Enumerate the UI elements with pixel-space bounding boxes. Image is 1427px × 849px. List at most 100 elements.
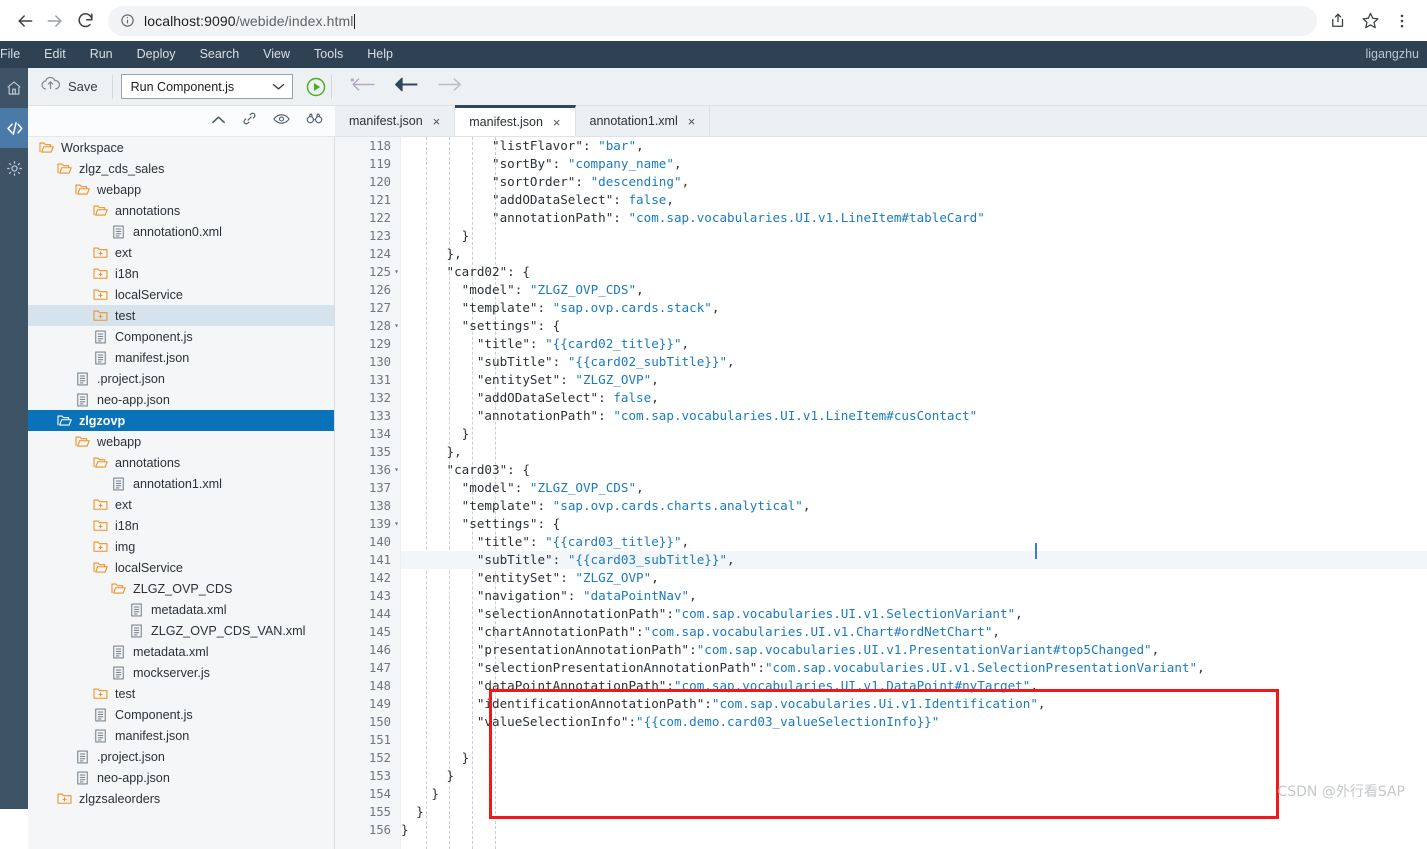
menu-item-edit[interactable]: Edit bbox=[32, 41, 78, 68]
close-icon[interactable]: × bbox=[433, 115, 441, 128]
tree-item-annotation1-xml[interactable]: annotation1.xml bbox=[28, 473, 334, 494]
code-line[interactable]: "card02": { bbox=[401, 263, 1427, 281]
info-circle-icon[interactable] bbox=[120, 13, 135, 28]
tree-item-webapp[interactable]: webapp bbox=[28, 431, 334, 452]
tree-item-localservice[interactable]: localService bbox=[28, 557, 334, 578]
code-line[interactable]: "annotationPath": "com.sap.vocabularies.… bbox=[401, 407, 1427, 425]
tree-item-zlgz-ovp-cds-van-xml[interactable]: ZLGZ_OVP_CDS_VAN.xml bbox=[28, 620, 334, 641]
tree-item-project-json[interactable]: .project.json bbox=[28, 746, 334, 767]
editor-tab-active[interactable]: manifest.json × bbox=[455, 105, 576, 136]
editor-tab[interactable]: manifest.json × bbox=[335, 106, 456, 136]
tree-item-project-json[interactable]: .project.json bbox=[28, 368, 334, 389]
tree-item-annotations[interactable]: annotations bbox=[28, 200, 334, 221]
file-explorer-tree[interactable]: Workspace zlgz_cds_sales webapp annotations… bbox=[28, 137, 335, 849]
code-line[interactable]: "card03": { bbox=[401, 461, 1427, 479]
code-line[interactable]: }, bbox=[401, 443, 1427, 461]
run-configuration-select[interactable]: Run Component.js bbox=[120, 74, 293, 99]
code-line[interactable]: "title": "{{card02_title}}", bbox=[401, 335, 1427, 353]
tree-item-zlgz-cds-sales[interactable]: zlgz_cds_sales bbox=[28, 158, 334, 179]
code-line[interactable]: "sortOrder": "descending", bbox=[401, 173, 1427, 191]
tree-item-workspace[interactable]: Workspace bbox=[28, 137, 334, 158]
tree-item-webapp[interactable]: webapp bbox=[28, 179, 334, 200]
forward-arrow-icon[interactable] bbox=[436, 76, 463, 98]
close-icon[interactable]: × bbox=[553, 116, 561, 129]
editor-tab[interactable]: annotation1.xml × bbox=[575, 106, 711, 136]
link-icon[interactable] bbox=[242, 111, 257, 131]
tree-item-zlgzovp[interactable]: zlgzovp bbox=[28, 410, 334, 431]
address-bar[interactable]: localhost:9090/webide/index.html bbox=[108, 5, 1317, 36]
code-line[interactable]: } bbox=[401, 821, 1427, 839]
tree-item-manifest-json[interactable]: manifest.json bbox=[28, 725, 334, 746]
code-line[interactable]: "sortBy": "company_name", bbox=[401, 155, 1427, 173]
fold-toggle-icon[interactable]: ▾ bbox=[394, 515, 399, 533]
fold-toggle-icon[interactable]: ▾ bbox=[394, 263, 399, 281]
run-button[interactable] bbox=[301, 76, 331, 98]
code-line[interactable]: } bbox=[401, 425, 1427, 443]
fold-toggle-icon[interactable]: ▾ bbox=[394, 317, 399, 335]
tree-item-annotation0-xml[interactable]: annotation0.xml bbox=[28, 221, 334, 242]
browser-back-button[interactable] bbox=[10, 6, 40, 36]
tree-item-img[interactable]: img bbox=[28, 536, 334, 557]
gear-icon[interactable] bbox=[0, 148, 28, 188]
tree-item-component-js[interactable]: Component.js bbox=[28, 704, 334, 725]
code-line[interactable]: "model": "ZLGZ_OVP_CDS", bbox=[401, 281, 1427, 299]
code-line[interactable]: "chartAnnotationPath":"com.sap.vocabular… bbox=[401, 623, 1427, 641]
code-line[interactable]: "subTitle": "{{card03_subTitle}}", bbox=[401, 551, 1427, 569]
code-line[interactable]: }, bbox=[401, 245, 1427, 263]
code-line[interactable]: } bbox=[401, 227, 1427, 245]
code-line[interactable]: "selectionAnnotationPath":"com.sap.vocab… bbox=[401, 605, 1427, 623]
tree-item-ext[interactable]: ext bbox=[28, 242, 334, 263]
code-line[interactable]: "presentationAnnotationPath":"com.sap.vo… bbox=[401, 641, 1427, 659]
fold-toggle-icon[interactable]: ▾ bbox=[394, 461, 399, 479]
code-content[interactable]: "listFlavor": "bar", "sortBy": "company_… bbox=[401, 137, 1427, 849]
star-icon[interactable] bbox=[1355, 6, 1385, 36]
tree-item-neo-app-json[interactable]: neo-app.json bbox=[28, 767, 334, 788]
code-line[interactable]: "identificationAnnotationPath":"com.sap.… bbox=[401, 695, 1427, 713]
code-line[interactable]: "addODataSelect": false, bbox=[401, 389, 1427, 407]
tree-item-ext[interactable]: ext bbox=[28, 494, 334, 515]
menu-item-file[interactable]: File bbox=[0, 41, 32, 68]
menu-item-help[interactable]: Help bbox=[355, 41, 405, 68]
share-icon[interactable] bbox=[1323, 6, 1353, 36]
tree-item-metadata-xml[interactable]: metadata.xml bbox=[28, 641, 334, 662]
code-editor[interactable]: 118 119 120 121 122 123 124 125 ▾ 126 127 128 ▾ 129 13… bbox=[335, 137, 1427, 849]
tree-item-zlgz-ovp-cds[interactable]: ZLGZ_OVP_CDS bbox=[28, 578, 334, 599]
code-line[interactable]: "model": "ZLGZ_OVP_CDS", bbox=[401, 479, 1427, 497]
code-line[interactable]: "annotationPath": "com.sap.vocabularies.… bbox=[401, 209, 1427, 227]
user-name-label[interactable]: ligangzhu bbox=[1365, 41, 1419, 68]
eye-icon[interactable] bbox=[273, 112, 290, 130]
menu-item-view[interactable]: View bbox=[251, 41, 302, 68]
code-line[interactable]: "dataPointAnnotationPath":"com.sap.vocab… bbox=[401, 677, 1427, 695]
three-dot-menu-icon[interactable] bbox=[1387, 6, 1417, 36]
code-line[interactable]: "template": "sap.ovp.cards.charts.analyt… bbox=[401, 497, 1427, 515]
code-icon[interactable] bbox=[0, 108, 28, 148]
browser-forward-button[interactable] bbox=[40, 6, 70, 36]
home-icon[interactable] bbox=[0, 68, 28, 108]
menu-item-run[interactable]: Run bbox=[78, 41, 125, 68]
tree-item-zlgzsaleorders[interactable]: zlgzsaleorders bbox=[28, 788, 334, 809]
chevron-up-icon[interactable] bbox=[211, 112, 226, 130]
code-line[interactable]: "settings": { bbox=[401, 317, 1427, 335]
tree-item-manifest-json[interactable]: manifest.json bbox=[28, 347, 334, 368]
code-line[interactable]: } bbox=[401, 767, 1427, 785]
menu-item-search[interactable]: Search bbox=[188, 41, 252, 68]
code-line[interactable]: } bbox=[401, 749, 1427, 767]
tree-item-component-js[interactable]: Component.js bbox=[28, 326, 334, 347]
code-line[interactable]: "title": "{{card03_title}}", bbox=[401, 533, 1427, 551]
tree-item-localservice[interactable]: localService bbox=[28, 284, 334, 305]
menu-item-tools[interactable]: Tools bbox=[302, 41, 355, 68]
binoculars-icon[interactable] bbox=[306, 112, 323, 130]
close-icon[interactable]: × bbox=[688, 115, 696, 128]
tree-item-test[interactable]: test bbox=[28, 305, 334, 326]
code-line[interactable]: "listFlavor": "bar", bbox=[401, 137, 1427, 155]
code-line[interactable]: "navigation": "dataPointNav", bbox=[401, 587, 1427, 605]
code-line[interactable]: "template": "sap.ovp.cards.stack", bbox=[401, 299, 1427, 317]
code-line[interactable]: "valueSelectionInfo":"{{com.demo.card03_… bbox=[401, 713, 1427, 731]
code-line[interactable]: "subTitle": "{{card02_subTitle}}", bbox=[401, 353, 1427, 371]
code-line[interactable]: "settings": { bbox=[401, 515, 1427, 533]
step-back-arrow-icon[interactable] bbox=[350, 76, 377, 98]
code-line[interactable]: "selectionPresentationAnnotationPath":"c… bbox=[401, 659, 1427, 677]
tree-item-neo-app-json[interactable]: neo-app.json bbox=[28, 389, 334, 410]
code-line[interactable]: "addODataSelect": false, bbox=[401, 191, 1427, 209]
code-line[interactable]: } bbox=[401, 785, 1427, 803]
